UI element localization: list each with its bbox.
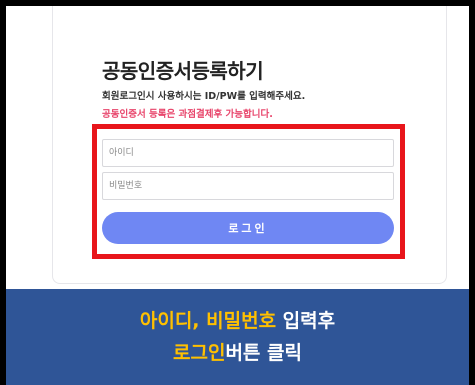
instruction-highlight-login: 로그인 bbox=[173, 342, 226, 364]
login-instruction-text: 회원로그인시 사용하시는 ID/PW를 입력해주세요. bbox=[102, 91, 306, 102]
instruction-banner: 아이디, 비밀번호 입력후 로그인버튼 클릭 bbox=[6, 289, 469, 385]
certificate-notice-text: 공동인증서 등록은 과점결제후 가능합니다. bbox=[102, 109, 273, 120]
red-highlight-box bbox=[92, 124, 405, 259]
instruction-line-2: 로그인버튼 클릭 bbox=[173, 337, 302, 369]
instruction-line-1: 아이디, 비밀번호 입력후 bbox=[140, 305, 335, 337]
page-title: 공동인증서등록하기 bbox=[102, 59, 264, 83]
instruction-text-enter: 입력후 bbox=[276, 310, 336, 332]
instruction-text-click: 버튼 클릭 bbox=[225, 342, 302, 364]
instruction-highlight-fields: 아이디, 비밀번호 bbox=[139, 310, 277, 332]
